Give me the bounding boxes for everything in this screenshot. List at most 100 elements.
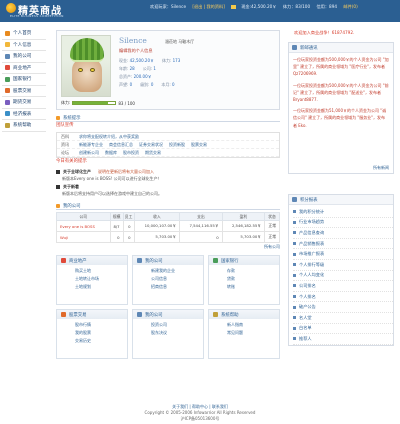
rank-list-item[interactable]: 产品信息查询 (293, 228, 393, 239)
portal-link[interactable]: 新建我的企业 (151, 268, 203, 276)
portal-link[interactable]: 土地规划 (75, 284, 127, 292)
portal-link[interactable]: 购买土地 (75, 268, 127, 276)
rank-list-item[interactable]: 推荐人 (293, 334, 393, 345)
portal-box: 股票交易 股市行情 我的股票 交易历史 (56, 309, 128, 359)
all-news-link[interactable]: 所有新闻 (289, 165, 393, 173)
report-icon (292, 197, 297, 202)
sidebar-item-icon (5, 122, 10, 128)
stat: 级别: 0 (140, 82, 153, 90)
portal-header[interactable]: 商业地产 (57, 256, 127, 265)
portal-link[interactable]: 招商信息 (151, 284, 203, 292)
portal-icon (61, 258, 66, 263)
rank-item-label: 市场推广报表 (299, 251, 325, 257)
portal-link[interactable]: 常见问题 (227, 330, 279, 338)
news-item-title[interactable]: 关于新着 (56, 183, 280, 191)
portal-links: 股市行情 我的股票 交易历史 (57, 319, 127, 346)
table-cell[interactable]: Every one is BOSS (56, 220, 111, 232)
quick-link[interactable]: 证券交易状况 (139, 142, 163, 148)
portal-link[interactable]: 公司信息 (151, 276, 203, 284)
stat-value: 0 (149, 82, 154, 87)
portal-link[interactable]: 新人指南 (227, 322, 279, 330)
quick-link[interactable]: 数据库 (105, 150, 117, 156)
stat-value: 200.00￥ (132, 74, 152, 79)
portal-header[interactable]: 我的公司 (133, 256, 203, 265)
rank-list-item[interactable]: 行业市场趋势 (293, 218, 393, 229)
sidebar-item[interactable]: 商业地产 (2, 63, 46, 74)
edit-profile-link[interactable]: 编辑我的个人信息 (119, 48, 153, 54)
portal-header[interactable]: 国家银行 (209, 256, 279, 265)
portal-link[interactable]: 土地转让市场 (75, 276, 127, 284)
table-cell: 5,703.00￥ (221, 231, 266, 243)
sidebar-item[interactable]: 我的公司 (2, 51, 46, 63)
status-section-title: 系统提示 (56, 114, 280, 122)
site-logo[interactable]: 精英商战 ELITE BUSINESS COMPETITION (4, 2, 88, 20)
sidebar-item[interactable]: 个人首页 (2, 28, 46, 40)
rank-list-item[interactable]: 个人排行等级 (293, 260, 393, 271)
sidebar-item[interactable]: 国家银行 (2, 74, 46, 86)
stat-label: 总资产: (119, 74, 133, 79)
portal-link[interactable]: 投资公司 (151, 322, 203, 330)
news-notice: 一位玩家投资金额为500,000￥的个人资金为公司 "加里" 建立了，所属的商业… (293, 57, 389, 77)
sidebar-item[interactable]: 股票交易 (2, 86, 46, 97)
rank-list-item[interactable]: 市场推广报表 (293, 249, 393, 260)
all-companies-link[interactable]: 所有公司 (56, 243, 280, 251)
news-box: 新邮通讯 一位玩家投资金额为500,000￥的个人资金为公司 "加里" 建立了，… (288, 42, 394, 174)
quick-link[interactable]: 新能源专企业 (79, 142, 103, 148)
user-links[interactable]: [退出 | 我的资料] (192, 4, 224, 9)
portal-header[interactable]: 我的公司 (133, 310, 203, 319)
portal-title: 我的公司 (145, 258, 163, 264)
quick-row-links: 新能源专企业 商会信息汇总 证券交易状况 投资新股 股票交易 (79, 142, 207, 148)
table-header: 支出 (179, 212, 223, 221)
sidebar-item-icon (5, 76, 10, 82)
portal-link[interactable]: 贷款 (227, 276, 279, 284)
rank-list-item[interactable]: 名人堂 (293, 313, 393, 324)
top-power: 体力：83/100 (282, 4, 311, 9)
profile-stat-row: 声望: 0 级别: 0 本月: 0 (119, 82, 271, 90)
table-header: 状态 (264, 212, 280, 221)
footer: 关于我们 | 帮助中心 | 联系我们 Copyright © 2005-2006… (0, 404, 400, 422)
logo-subtitle: ELITE BUSINESS COMPETITION (10, 14, 64, 18)
portal-header[interactable]: 系统帮助 (209, 310, 279, 319)
footer-icp: 沪ICP备05013600号 (180, 416, 220, 421)
quick-link[interactable]: 投资新股 (169, 142, 185, 148)
portal-header[interactable]: 股票交易 (57, 310, 127, 319)
rank-list-item[interactable]: 我的积分统计 (293, 207, 393, 218)
portal-link[interactable]: 存款 (227, 268, 279, 276)
rank-list-item[interactable]: 公司排名 (293, 281, 393, 292)
portal-link[interactable]: 股东决议 (151, 330, 203, 338)
quick-link[interactable]: 求你将支配权转介绍，从中获奖励 (79, 134, 139, 140)
table-cell[interactable]: Wuji (56, 231, 111, 243)
portal-link[interactable]: 股市行情 (75, 322, 127, 330)
table-row: Every one is BOSS 8/7 0 10,000,107.00￥ 7,544… (56, 220, 280, 232)
quick-link[interactable]: 股票交易 (191, 142, 207, 148)
avatar[interactable] (61, 35, 111, 97)
news-item-title[interactable]: 关于全球化生产 说明在更新后将有大量公司加入 (56, 168, 280, 176)
sidebar-item-label: 我的公司 (13, 54, 32, 60)
portal-links: 存款 贷款 转账 (209, 265, 279, 292)
quick-link[interactable]: 股市投资 (123, 150, 139, 156)
portal-link[interactable]: 交易历史 (75, 338, 127, 346)
sidebar-item-label: 商业地产 (13, 65, 32, 71)
sidebar-item[interactable]: 经济报表 (2, 109, 46, 120)
stat-label: 年龄: (119, 66, 129, 71)
bullet-icon (293, 210, 296, 214)
quick-link[interactable]: 商会信息汇总 (109, 142, 133, 148)
rank-list-item[interactable]: 破产公告 (293, 302, 393, 313)
table-cell: 0 (109, 231, 124, 243)
rank-list-item[interactable]: 个人人均变化 (293, 271, 393, 282)
sidebar-item[interactable]: 期货交易 (2, 97, 46, 109)
quick-link[interactable]: 创建新公司 (79, 150, 99, 156)
sidebar-item[interactable]: 个人信息 (2, 40, 46, 51)
top-mail[interactable]: 邮件(0) (343, 4, 357, 9)
sidebar-item[interactable]: 系统帮助 (2, 120, 46, 132)
quick-link[interactable]: 期货交易 (145, 150, 161, 156)
rank-list-item[interactable]: 产品销售报表 (293, 239, 393, 250)
stat-label: 体力: (162, 58, 172, 63)
stat-label: 声望: (119, 82, 129, 87)
rank-list-item[interactable]: 白名单 (293, 324, 393, 335)
portal-box: 我的公司投资公司 股东决议 (132, 309, 204, 359)
rank-list-item[interactable]: 个人排名 (293, 292, 393, 303)
portal-link[interactable]: 我的股票 (75, 330, 127, 338)
stat-value: 173 (171, 58, 181, 63)
portal-link[interactable]: 转账 (227, 284, 279, 292)
